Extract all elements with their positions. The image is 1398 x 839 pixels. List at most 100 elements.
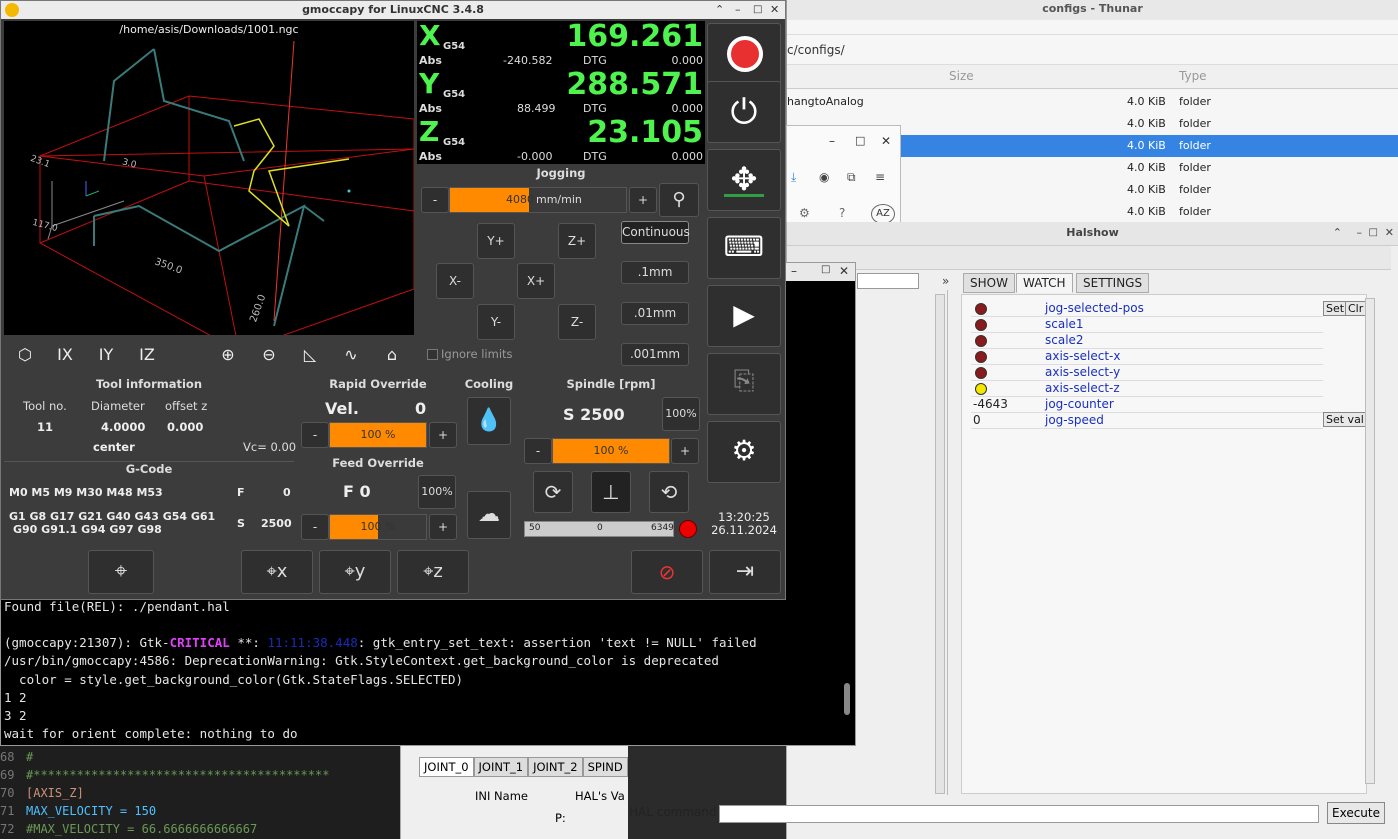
auto-mode-button[interactable]: ▶	[707, 285, 781, 347]
x-axis-letter[interactable]: X	[419, 19, 441, 52]
rapid-override-slider[interactable]: 100 %	[329, 422, 427, 448]
user-tabs-button[interactable]: ⎘	[707, 353, 781, 415]
gear-icon[interactable]: ⚙	[799, 206, 810, 220]
estop-button[interactable]	[707, 23, 781, 85]
zero-axes-icon[interactable]: ⊘	[631, 550, 703, 594]
toolpath-icon[interactable]: ∿	[333, 338, 369, 372]
mist-coolant-icon[interactable]: ☁	[467, 491, 511, 539]
y-axis-letter[interactable]: Y	[419, 67, 439, 100]
spindle-plus-button[interactable]: +	[671, 438, 699, 464]
dimensions-icon[interactable]: ◺	[292, 338, 328, 372]
avatar[interactable]: AZ	[871, 204, 895, 224]
tab-joint-2[interactable]: JOINT_2	[528, 757, 583, 777]
jog-y-plus-button[interactable]: Y+	[477, 223, 515, 259]
menu-icon[interactable]: ≡	[875, 170, 885, 184]
spindle-stop-icon[interactable]: ⊥	[591, 471, 631, 513]
watch-row[interactable]: scale2	[971, 333, 1323, 349]
chevron-up-icon[interactable]: ⌃	[715, 1, 724, 19]
jog-speed-slider[interactable]: 4080 mm/min	[449, 187, 627, 213]
view-perspective-icon[interactable]: ⬡	[7, 338, 43, 372]
increment-0-01mm[interactable]: .01mm	[621, 302, 689, 325]
rapid-minus-button[interactable]: -	[301, 422, 329, 448]
jog-z-minus-button[interactable]: Z-	[558, 304, 596, 340]
spindle-cw-icon[interactable]: ⟳	[533, 471, 573, 513]
rapid-plus-button[interactable]: +	[429, 422, 457, 448]
view-x-icon[interactable]: IX	[47, 338, 83, 372]
feed-minus-button[interactable]: -	[301, 514, 329, 540]
hal-command-input[interactable]	[719, 805, 1319, 823]
power-button[interactable]: ⏻	[707, 81, 781, 143]
touch-off-all-icon[interactable]: ⌖	[88, 550, 154, 594]
feed-reset-button[interactable]: 100%	[418, 475, 456, 509]
tree-scrollbar[interactable]	[935, 294, 945, 794]
close-icon[interactable]: ✕	[770, 1, 779, 19]
tab-settings[interactable]: SETTINGS	[1076, 273, 1150, 293]
manual-mode-button[interactable]: ✥	[707, 149, 781, 211]
jog-z-plus-button[interactable]: Z+	[558, 223, 596, 259]
tab-watch[interactable]: WATCH	[1016, 273, 1073, 293]
account-icon[interactable]: ◉	[819, 170, 829, 184]
tab-show[interactable]: SHOW	[963, 273, 1015, 293]
tab-spindle[interactable]: SPIND	[582, 757, 628, 777]
clear-plot-icon[interactable]: ⌂	[374, 338, 410, 372]
watch-scrollbar[interactable]	[1365, 298, 1375, 784]
spindle-reset-button[interactable]: 100%	[662, 397, 700, 431]
set-button[interactable]: Set	[1323, 301, 1348, 316]
z-axis-letter[interactable]: Z	[419, 115, 439, 148]
jog-x-plus-button[interactable]: X+	[517, 263, 555, 299]
watch-row[interactable]: axis-select-y	[971, 365, 1323, 381]
set-value-button[interactable]: Set val	[1323, 412, 1367, 427]
path-bar[interactable]: c/configs/	[787, 35, 1398, 65]
jog-x-minus-button[interactable]: X-	[436, 263, 474, 299]
maximize-icon[interactable]: □	[1369, 222, 1378, 244]
maximize-icon[interactable]: □	[753, 1, 762, 19]
clear-button[interactable]: Clr	[1345, 301, 1367, 316]
jog-speed-minus-button[interactable]: -	[421, 187, 449, 213]
help-icon[interactable]: ?	[839, 206, 845, 220]
zoom-out-icon[interactable]: ⊖	[251, 338, 287, 372]
zoom-in-icon[interactable]: ⊕	[210, 338, 246, 372]
spindle-minus-button[interactable]: -	[524, 438, 552, 464]
file-row[interactable]: hangtoAnalog 4.0 KiB folder	[787, 91, 1398, 113]
search-input[interactable]	[857, 273, 919, 289]
terminal-scrollbar[interactable]	[844, 683, 850, 715]
exit-icon[interactable]: ⇥	[709, 550, 781, 594]
view-y-icon[interactable]: IY	[88, 338, 124, 372]
touch-off-z-icon[interactable]: ⌖z	[397, 550, 469, 594]
maximize-icon[interactable]: □	[821, 264, 830, 275]
watch-row[interactable]: axis-select-x	[971, 349, 1323, 365]
close-icon[interactable]: ✕	[1385, 222, 1394, 244]
watch-row[interactable]: jog-selected-pos	[971, 301, 1323, 317]
size-col-header[interactable]: Size	[949, 69, 974, 83]
watch-row[interactable]: axis-select-z	[971, 381, 1323, 397]
tab-joint-0[interactable]: JOINT_0	[419, 757, 474, 777]
feed-plus-button[interactable]: +	[429, 514, 457, 540]
close-icon[interactable]: ✕	[839, 264, 849, 278]
extensions-icon[interactable]: ⧉	[847, 170, 856, 185]
feed-override-slider[interactable]: 100 %	[329, 514, 427, 540]
increment-0-001mm[interactable]: .001mm	[621, 343, 689, 366]
tab-joint-1[interactable]: JOINT_1	[473, 757, 529, 777]
increment-0-1mm[interactable]: .1mm	[621, 261, 689, 284]
mdi-mode-button[interactable]: ⌨	[707, 217, 781, 279]
minimize-icon[interactable]: –	[1357, 222, 1363, 244]
jog-y-minus-button[interactable]: Y-	[477, 304, 515, 340]
watch-row[interactable]: 0 jog-speed	[971, 413, 1323, 429]
ignore-limits-checkbox[interactable]	[427, 349, 438, 360]
code-editor[interactable]: 68 # 69 #*********************************…	[0, 745, 400, 839]
increment-continuous[interactable]: Continuous	[621, 221, 690, 244]
minimize-icon[interactable]: –	[829, 134, 835, 148]
view-z-icon[interactable]: IZ	[129, 338, 165, 372]
toolpath-preview[interactable]: /home/asis/Downloads/1001.ngc 350.0 260.…	[4, 21, 414, 335]
settings-button[interactable]: ⚙	[707, 421, 781, 483]
type-col-header[interactable]: Type	[1179, 69, 1207, 83]
spindle-ccw-icon[interactable]: ⟲	[649, 471, 689, 513]
minimize-icon[interactable]: –	[791, 264, 797, 278]
watch-row[interactable]: -4643 jog-counter	[971, 397, 1323, 413]
chevron-up-icon[interactable]: ⌃	[1333, 222, 1342, 244]
jog-speed-plus-button[interactable]: +	[629, 187, 657, 213]
close-icon[interactable]: ✕	[881, 134, 891, 148]
maximize-icon[interactable]: □	[855, 134, 865, 147]
execute-button[interactable]: Execute	[1327, 802, 1385, 824]
flood-coolant-icon[interactable]: 💧	[467, 397, 511, 445]
